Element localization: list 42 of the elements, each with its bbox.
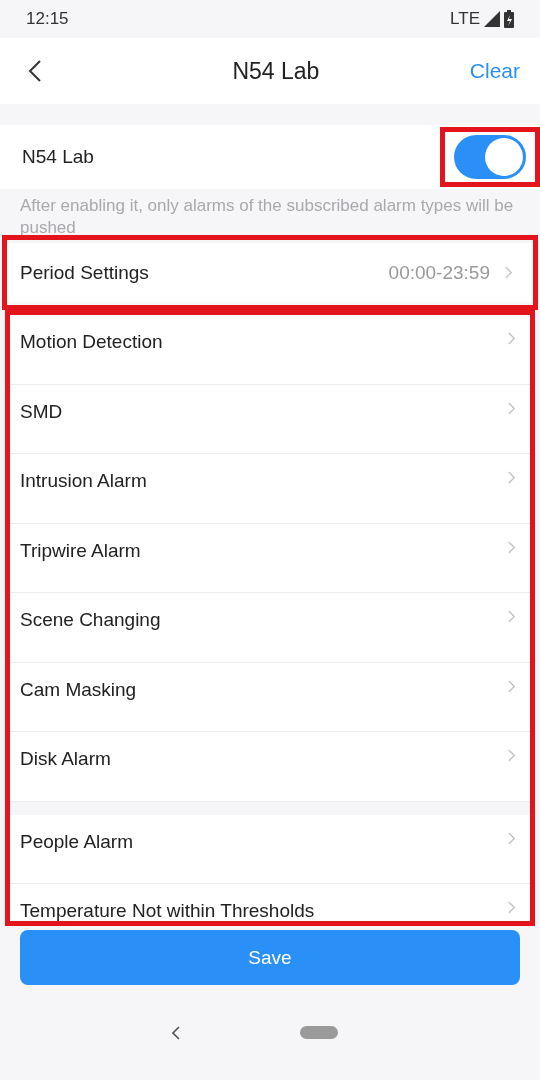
chevron-icon — [507, 830, 516, 846]
alarm-type-row[interactable]: Temperature Not within Thresholds — [10, 884, 530, 921]
back-icon[interactable] — [172, 1025, 180, 1040]
page-title: N54 Lab — [232, 57, 320, 85]
alarm-type-row[interactable]: Cam Masking — [10, 662, 530, 732]
alarm-type-row[interactable]: Intrusion Alarm — [10, 454, 530, 524]
alarm-type-row[interactable]: Scene Changing — [10, 593, 530, 663]
alarm-type-row[interactable]: Disk Alarm — [10, 732, 530, 802]
network-label: LTE — [450, 9, 480, 29]
chevron-icon — [507, 331, 516, 346]
alarm-type-row[interactable]: SMD — [10, 384, 530, 454]
row-label: N54 Lab — [22, 146, 95, 168]
row-label: Scene Changing — [20, 609, 162, 631]
alarm-type-row[interactable]: People Alarm — [10, 814, 530, 884]
battery-icon — [504, 10, 514, 28]
row-label: Disk Alarm — [20, 748, 112, 770]
row-label: Period Settings — [20, 261, 150, 284]
hint-text: After enabling it, only alarms of the subscribed alarm types will be pushed — [19, 195, 515, 235]
chevron-icon — [507, 748, 516, 763]
chevron-icon — [507, 900, 516, 915]
toggle-switch[interactable] — [454, 135, 526, 179]
chevron-icon — [504, 265, 513, 280]
row-label: SMD — [20, 400, 64, 423]
row-label: Intrusion Alarm — [20, 470, 148, 492]
row-label: Motion Detection — [20, 331, 164, 353]
period-settings-row[interactable]: Period Settings 00:00-23:59 — [7, 243, 533, 302]
chevron-icon — [507, 400, 516, 416]
row-label: Temperature Not within Thresholds — [20, 900, 316, 921]
status-time: 12:15 — [26, 9, 69, 29]
chevron-icon — [507, 609, 516, 624]
row-label: Cam Masking — [20, 678, 138, 701]
alarm-type-row[interactable]: Motion Detection — [10, 315, 530, 385]
back-button[interactable] — [28, 59, 42, 83]
alarm-type-row[interactable]: Tripwire Alarm — [10, 523, 530, 593]
chevron-icon — [507, 539, 516, 555]
signal-icon — [484, 11, 500, 27]
chevron-icon — [507, 678, 516, 694]
row-label: Tripwire Alarm — [20, 539, 142, 562]
chevron-icon — [507, 470, 516, 485]
home-handle[interactable] — [300, 1026, 338, 1039]
row-label: People Alarm — [20, 830, 134, 853]
period-value: 00:00-23:59 — [388, 261, 490, 284]
